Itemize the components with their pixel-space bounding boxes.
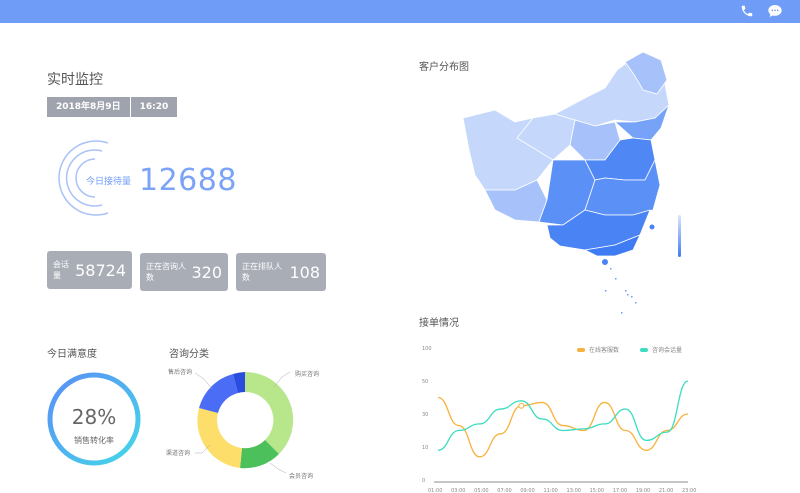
today-reception-value: 12688 [139, 163, 237, 198]
series-line [437, 380, 689, 451]
x-tick-label: 07:00 [497, 488, 511, 493]
y-tick-label: 30 [422, 412, 428, 418]
chat-icon[interactable] [766, 2, 784, 20]
y-tick-label: 50 [422, 379, 428, 385]
date-time-box: 2018年8月9日 16:20 [47, 97, 178, 117]
stat-consulting: 正在咨询人数 320 [140, 253, 228, 291]
consult-label-channel: 渠道咨询 [166, 450, 191, 457]
highlight-point[interactable] [518, 402, 525, 409]
time-value: 16:20 [129, 97, 178, 117]
orders-title: 接单情况 [419, 318, 459, 329]
x-tick-label: 15:00 [590, 488, 604, 493]
x-tick-label: 13:00 [567, 488, 581, 493]
x-tick-label: 23:00 [682, 488, 696, 493]
satisfaction-label: 销售转化率 [74, 436, 114, 445]
consult-title: 咨询分类 [169, 349, 209, 360]
stat-label: 正在咨询人数 [146, 262, 186, 282]
today-reception-label: 今日接待量 [86, 177, 132, 187]
x-tick-label: 17:00 [613, 488, 627, 493]
stat-label: 正在排队人数 [242, 262, 282, 282]
stat-value: 108 [289, 262, 320, 282]
x-tick-label: 11:00 [543, 488, 557, 493]
x-tick-label: 03:00 [451, 488, 465, 493]
satisfaction-percent: 28% [71, 405, 117, 429]
y-tick-label: 100 [422, 346, 432, 352]
stat-label: 会话量 [53, 260, 69, 280]
x-tick-label: 21:00 [659, 488, 673, 493]
x-tick-label: 09:00 [520, 488, 534, 493]
satisfaction-title: 今日满意度 [47, 349, 97, 360]
stat-queueing: 正在排队人数 108 [236, 253, 326, 291]
top-bar [0, 0, 800, 23]
realtime-title: 实时监控 [47, 72, 103, 88]
consult-label-member: 会员咨询 [289, 473, 314, 480]
consult-label-aftersales: 售后咨询 [168, 369, 193, 376]
y-tick-label: 0 [422, 478, 425, 484]
stat-value: 320 [191, 262, 222, 282]
x-tick-label: 01:00 [428, 488, 442, 493]
orders-line-chart: 100503010001:00 03:00 05:00 07:00 09:00 11:00… [422, 346, 696, 493]
stat-sessions: 会话量 58724 [47, 251, 132, 289]
phone-icon[interactable] [738, 2, 756, 20]
y-tick-label: 10 [422, 445, 428, 451]
x-tick-label: 05:00 [474, 488, 488, 493]
stat-value: 58724 [75, 260, 126, 280]
date-value: 2018年8月9日 [47, 97, 130, 117]
consult-label-purchase: 购买咨询 [295, 371, 320, 378]
consult-donut [194, 371, 294, 474]
series-line [437, 396, 689, 458]
x-tick-label: 19:00 [636, 488, 650, 493]
china-map [462, 51, 681, 314]
